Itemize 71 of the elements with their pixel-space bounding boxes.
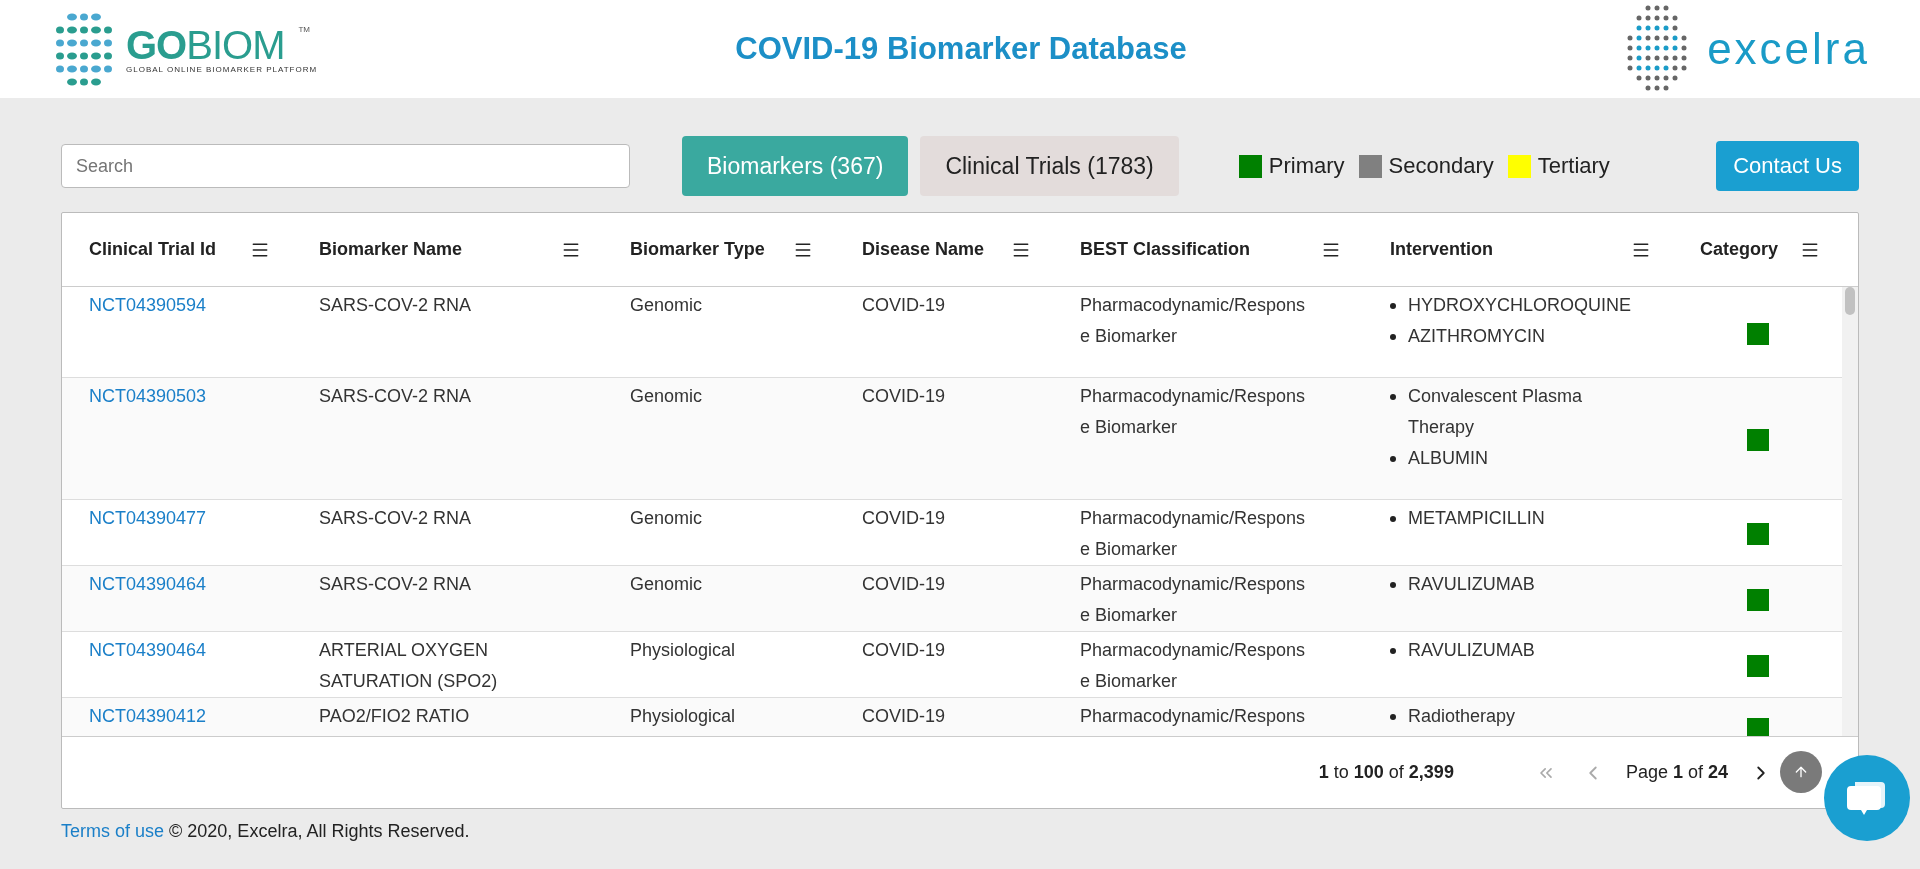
bullet-icon xyxy=(1390,394,1396,400)
search-field[interactable]: Search xyxy=(61,144,630,188)
legend-label: Secondary xyxy=(1388,153,1494,179)
column-header: Clinical Trial Id xyxy=(89,239,217,260)
column-header: Intervention xyxy=(1390,239,1493,260)
table-cell-text: COVID-19 xyxy=(861,639,947,662)
intervention-text: Radiotherapy xyxy=(1408,705,1516,728)
bullet-icon xyxy=(1390,334,1396,340)
contact-button[interactable]: Contact Us xyxy=(1716,141,1859,191)
logo-text: BIOM xyxy=(186,24,285,65)
column-header: Biomarker Type xyxy=(630,239,765,260)
copyright-text: © 2020, Excelra, All Rights Reserved. xyxy=(169,821,470,841)
column-header: BEST Classification xyxy=(1080,239,1251,260)
logo-text: excelra xyxy=(1707,24,1870,74)
page-title: COVID-19 Biomarker Database xyxy=(735,31,1187,67)
table-cell-text: Physiological xyxy=(629,705,737,728)
table-cell-text: Pharmacodynamic/Response Biomarker xyxy=(1080,639,1307,693)
trial-id-link[interactable]: NCT04390594 xyxy=(89,295,207,315)
table-cell-text: SARS-COV-2 RNA xyxy=(318,294,473,317)
intervention-text: HYDROXYCHLOROQUINE xyxy=(1408,294,1632,317)
bullet-icon xyxy=(1390,456,1396,462)
trial-id-link[interactable]: NCT04390464 xyxy=(89,574,207,594)
tab[interactable]: Clinical Trials (1783) xyxy=(920,136,1179,196)
intervention-text: RAVULIZUMAB xyxy=(1408,573,1535,596)
table-cell-text: COVID-19 xyxy=(861,507,947,530)
terms-link[interactable]: Terms of use xyxy=(61,821,165,841)
trial-id-link[interactable]: NCT04390464 xyxy=(89,640,207,660)
table-cell-text: Physiological xyxy=(629,639,737,662)
logo-tagline: GLOBAL ONLINE BIOMARKER PLATFORM xyxy=(126,64,318,74)
trial-id-link[interactable]: NCT04390503 xyxy=(89,386,207,406)
bullet-icon xyxy=(1390,303,1396,309)
table-cell-text: SARS-COV-2 RNA xyxy=(318,385,473,408)
intervention-text: Convalescent Plasma Therapy xyxy=(1408,385,1584,439)
table-cell-text: ARTERIAL OXYGEN SATURATION (SPO2) xyxy=(318,639,499,693)
bullet-icon xyxy=(1390,582,1396,588)
intervention-text: ALBUMIN xyxy=(1408,447,1488,470)
intervention-text: METAMPICILLIN xyxy=(1408,507,1545,530)
table-cell-text: Genomic xyxy=(629,294,704,317)
table-cell-text: Pharmacodynamic/Response Biomarker xyxy=(1080,507,1307,561)
bullet-icon xyxy=(1390,648,1396,654)
legend-label: Primary xyxy=(1268,153,1345,179)
table-cell-text: COVID-19 xyxy=(861,294,947,317)
table-cell-text: Genomic xyxy=(629,385,704,408)
table-cell-text: PAO2/FIO2 RATIO xyxy=(318,705,471,728)
column-header: Biomarker Name xyxy=(319,239,463,260)
table-cell-text: Pharmacodynamic/Response Biomarker xyxy=(1080,573,1307,627)
table-cell-text: SARS-COV-2 RNA xyxy=(318,573,473,596)
page-indicator: Page 1 of 24 xyxy=(1625,762,1728,783)
table-cell-text: Pharmacodynamic/Respons xyxy=(1080,705,1307,728)
table-cell-text: Pharmacodynamic/Response Biomarker xyxy=(1080,294,1307,348)
bullet-icon xyxy=(1390,714,1396,720)
logo-text: GO xyxy=(126,24,187,65)
trial-id-link[interactable]: NCT04390477 xyxy=(89,508,207,528)
table-cell-text: Genomic xyxy=(629,507,704,530)
intervention-text: AZITHROMYCIN xyxy=(1408,325,1545,348)
column-header: Disease Name xyxy=(862,239,985,260)
tab[interactable]: Biomarkers (367) xyxy=(682,136,909,196)
column-header: Category xyxy=(1700,239,1779,260)
table-cell-text: COVID-19 xyxy=(861,385,947,408)
table-cell-text: COVID-19 xyxy=(861,705,947,728)
table-cell-text: COVID-19 xyxy=(861,573,947,596)
bullet-icon xyxy=(1390,516,1396,522)
scrollbar[interactable] xyxy=(1842,287,1858,736)
table-cell-text: Pharmacodynamic/Response Biomarker xyxy=(1080,385,1307,439)
intervention-text: RAVULIZUMAB xyxy=(1408,639,1535,662)
trademark-text: TM xyxy=(298,24,311,34)
table-cell-text: Genomic xyxy=(629,573,704,596)
trial-id-link[interactable]: NCT04390412 xyxy=(89,706,207,726)
table-cell-text: SARS-COV-2 RNA xyxy=(318,507,473,530)
row-range-text: 1 to 100 of 2,399 xyxy=(1318,762,1454,783)
legend-label: Tertiary xyxy=(1537,153,1610,179)
